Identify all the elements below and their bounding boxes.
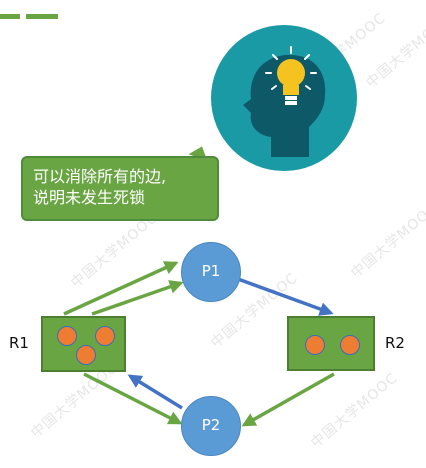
edge-r1-to-p1-a: [63, 261, 179, 316]
process-p2: P2: [181, 396, 241, 456]
resource-token: [340, 335, 360, 355]
resource-token: [76, 345, 96, 365]
resource-label-r2: R2: [385, 334, 405, 352]
resource-token: [57, 326, 77, 346]
process-p1: P1: [181, 242, 241, 302]
resource-token: [305, 335, 325, 355]
edge-p1-to-r2: [237, 277, 334, 316]
resource-label-r1: R1: [9, 334, 29, 352]
edge-r1-to-p1-b: [91, 280, 184, 316]
edge-r2-to-p2: [241, 372, 335, 427]
resource-token: [95, 326, 115, 346]
resource-r1: [41, 316, 126, 372]
resource-r2: [287, 316, 375, 371]
